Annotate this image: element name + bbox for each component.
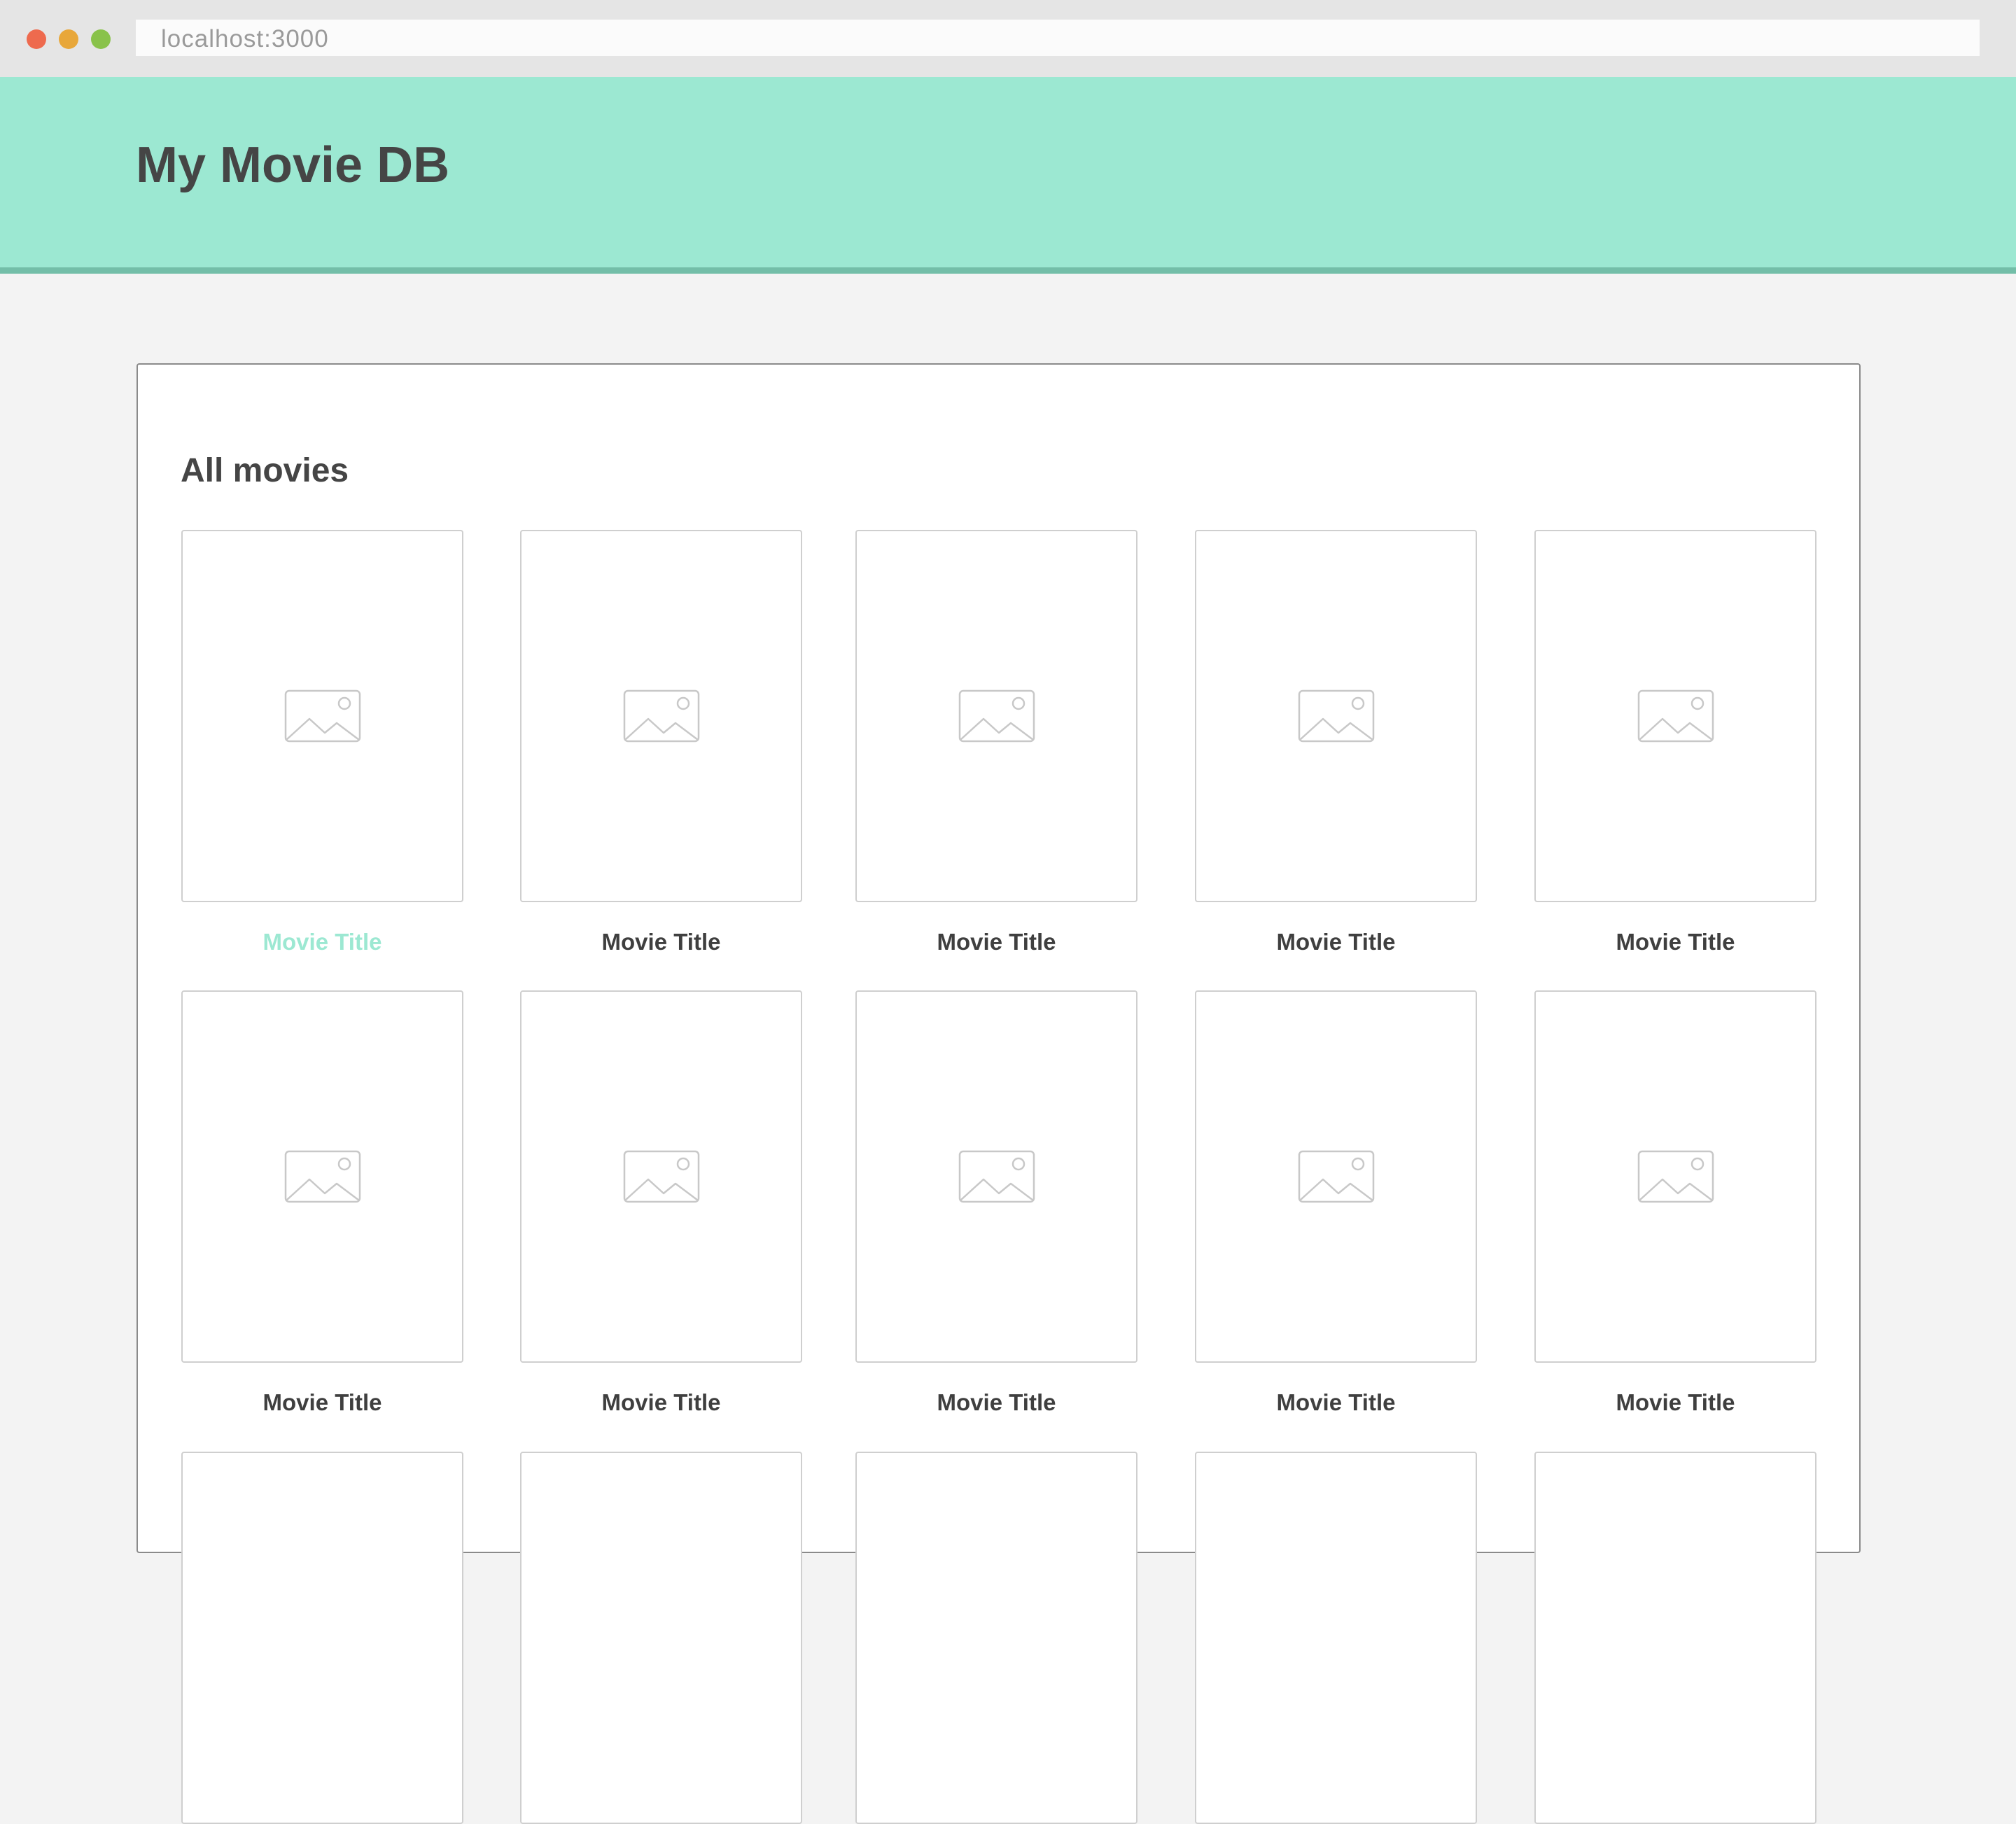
- movie-poster-placeholder[interactable]: [181, 530, 463, 902]
- movie-title[interactable]: Movie Title: [181, 1391, 463, 1414]
- movie-card[interactable]: Movie Title: [520, 990, 802, 1414]
- movie-poster-placeholder[interactable]: [855, 990, 1138, 1363]
- movie-poster-placeholder[interactable]: [855, 530, 1138, 902]
- image-placeholder-icon: [958, 689, 1035, 743]
- movie-card[interactable]: [181, 1452, 463, 1824]
- movie-card[interactable]: [520, 1452, 802, 1824]
- movie-card[interactable]: Movie Title: [855, 990, 1138, 1414]
- browser-chrome: localhost:3000: [0, 0, 2016, 77]
- movie-card[interactable]: [1534, 1452, 1816, 1824]
- image-placeholder-icon: [623, 1150, 699, 1203]
- movie-title[interactable]: Movie Title: [855, 930, 1138, 953]
- image-placeholder-icon: [623, 689, 699, 743]
- movie-title[interactable]: Movie Title: [855, 1391, 1138, 1414]
- app-header: My Movie DB: [0, 77, 2016, 274]
- image-placeholder-icon: [1298, 1150, 1374, 1203]
- movie-card[interactable]: Movie Title: [1195, 530, 1477, 953]
- close-window-button[interactable]: [27, 29, 46, 49]
- movie-title[interactable]: Movie Title: [520, 1391, 802, 1414]
- image-placeholder-icon: [958, 1150, 1035, 1203]
- maximize-window-button[interactable]: [91, 29, 111, 49]
- movie-poster-placeholder[interactable]: [520, 530, 802, 902]
- movie-title[interactable]: Movie Title: [1534, 1391, 1816, 1414]
- movie-title[interactable]: Movie Title: [1195, 1391, 1477, 1414]
- movie-poster-placeholder[interactable]: [181, 1452, 463, 1824]
- movie-card[interactable]: Movie Title: [181, 530, 463, 953]
- movie-card[interactable]: Movie Title: [520, 530, 802, 953]
- movie-poster-placeholder[interactable]: [1195, 530, 1477, 902]
- movie-poster-placeholder[interactable]: [1534, 990, 1816, 1363]
- movie-poster-placeholder[interactable]: [1195, 1452, 1477, 1824]
- movie-card[interactable]: Movie Title: [1534, 990, 1816, 1414]
- image-placeholder-icon: [1298, 689, 1374, 743]
- minimize-window-button[interactable]: [59, 29, 78, 49]
- movie-poster-placeholder[interactable]: [181, 990, 463, 1363]
- movie-poster-placeholder[interactable]: [1534, 530, 1816, 902]
- movie-title[interactable]: Movie Title: [181, 930, 463, 953]
- movie-title[interactable]: Movie Title: [520, 930, 802, 953]
- app-title: My Movie DB: [136, 137, 450, 193]
- address-bar[interactable]: localhost:3000: [136, 20, 1980, 56]
- movie-poster-placeholder[interactable]: [520, 990, 802, 1363]
- movie-card[interactable]: Movie Title: [1195, 990, 1477, 1414]
- section-title: All movies: [181, 452, 349, 489]
- movie-card[interactable]: [855, 1452, 1138, 1824]
- movie-card[interactable]: Movie Title: [1534, 530, 1816, 953]
- movies-panel: All movies Movie Title Movie Title Movie…: [136, 363, 1861, 1824]
- movie-title[interactable]: Movie Title: [1195, 930, 1477, 953]
- movie-card[interactable]: Movie Title: [855, 530, 1138, 953]
- movie-poster-placeholder[interactable]: [1534, 1452, 1816, 1824]
- movie-poster-placeholder[interactable]: [520, 1452, 802, 1824]
- movie-card[interactable]: [1195, 1452, 1477, 1824]
- movie-title[interactable]: Movie Title: [1534, 930, 1816, 953]
- image-placeholder-icon: [284, 689, 360, 743]
- image-placeholder-icon: [1637, 689, 1714, 743]
- image-placeholder-icon: [284, 1150, 360, 1203]
- movie-poster-placeholder[interactable]: [855, 1452, 1138, 1824]
- movie-card[interactable]: Movie Title: [181, 990, 463, 1414]
- movie-poster-placeholder[interactable]: [1195, 990, 1477, 1363]
- image-placeholder-icon: [1637, 1150, 1714, 1203]
